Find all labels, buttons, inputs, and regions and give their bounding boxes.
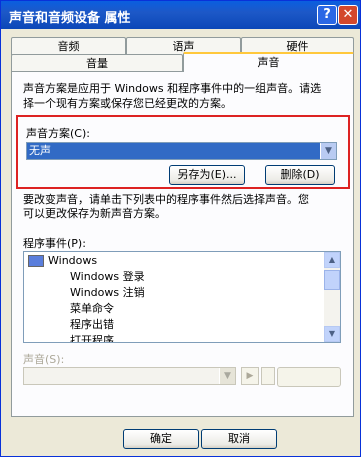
stop-icon[interactable] bbox=[261, 367, 275, 385]
tab-sounds[interactable]: 声音 bbox=[183, 52, 354, 72]
events-list[interactable]: Windows Windows 登录 Windows 注销 菜单命令 程序出错 … bbox=[23, 251, 341, 343]
list-item[interactable]: 打开程序 bbox=[70, 334, 114, 342]
delete-button[interactable]: 删除(D) bbox=[265, 165, 335, 185]
save-as-button[interactable]: 另存为(E)... bbox=[169, 165, 245, 185]
scroll-down-icon[interactable]: ▼ bbox=[324, 326, 340, 342]
play-icon[interactable]: ▶ bbox=[241, 367, 259, 385]
browse-button[interactable] bbox=[277, 367, 341, 387]
help-button[interactable]: ? bbox=[317, 5, 337, 25]
list-item[interactable]: Windows 注销 bbox=[70, 286, 145, 300]
scheme-label: 声音方案(C): bbox=[26, 127, 90, 140]
scheme-description-line1: 声音方案是应用于 Windows 和程序事件中的一组声音。请选 bbox=[23, 82, 322, 95]
list-item[interactable]: 程序出错 bbox=[70, 318, 114, 332]
change-description-line1: 要改变声音，请单击下列表中的程序事件然后选择声音。您 bbox=[23, 193, 309, 206]
list-item[interactable]: 菜单命令 bbox=[70, 302, 114, 316]
title-bar[interactable]: 声音和音频设备 属性 ? ✕ bbox=[1, 1, 360, 29]
scheme-value: 无声 bbox=[27, 143, 320, 159]
chevron-down-icon[interactable]: ▼ bbox=[320, 143, 336, 159]
event-label: Windows bbox=[48, 254, 98, 267]
sound-label: 声音(S): bbox=[23, 353, 65, 366]
dialog-window: 声音和音频设备 属性 ? ✕ 音频 语声 硬件 音量 声音 声音方案是应用于 W… bbox=[0, 0, 361, 457]
sound-dropdown[interactable]: ▼ bbox=[23, 367, 236, 385]
close-button[interactable]: ✕ bbox=[338, 5, 358, 25]
window-icon bbox=[28, 255, 44, 267]
list-item[interactable]: Windows 登录 bbox=[70, 270, 145, 284]
tab-audio[interactable]: 音频 bbox=[11, 37, 126, 55]
scroll-up-icon[interactable]: ▲ bbox=[324, 252, 340, 268]
events-label: 程序事件(P): bbox=[23, 237, 86, 250]
chevron-down-icon[interactable]: ▼ bbox=[219, 368, 235, 384]
ok-button[interactable]: 确定 bbox=[123, 429, 199, 449]
tab-volume[interactable]: 音量 bbox=[11, 54, 183, 72]
list-item[interactable]: Windows bbox=[28, 254, 97, 268]
cancel-button[interactable]: 取消 bbox=[201, 429, 277, 449]
change-description-line2: 可以更改保存为新声音方案。 bbox=[23, 207, 166, 220]
vertical-scrollbar[interactable]: ▲ ▼ bbox=[324, 252, 340, 342]
scheme-description-line2: 择一个现有方案或保存您已经更改的方案。 bbox=[23, 97, 232, 110]
scheme-dropdown[interactable]: 无声 ▼ bbox=[26, 142, 337, 160]
scroll-thumb[interactable] bbox=[324, 270, 340, 290]
window-title: 声音和音频设备 属性 bbox=[9, 11, 131, 26]
